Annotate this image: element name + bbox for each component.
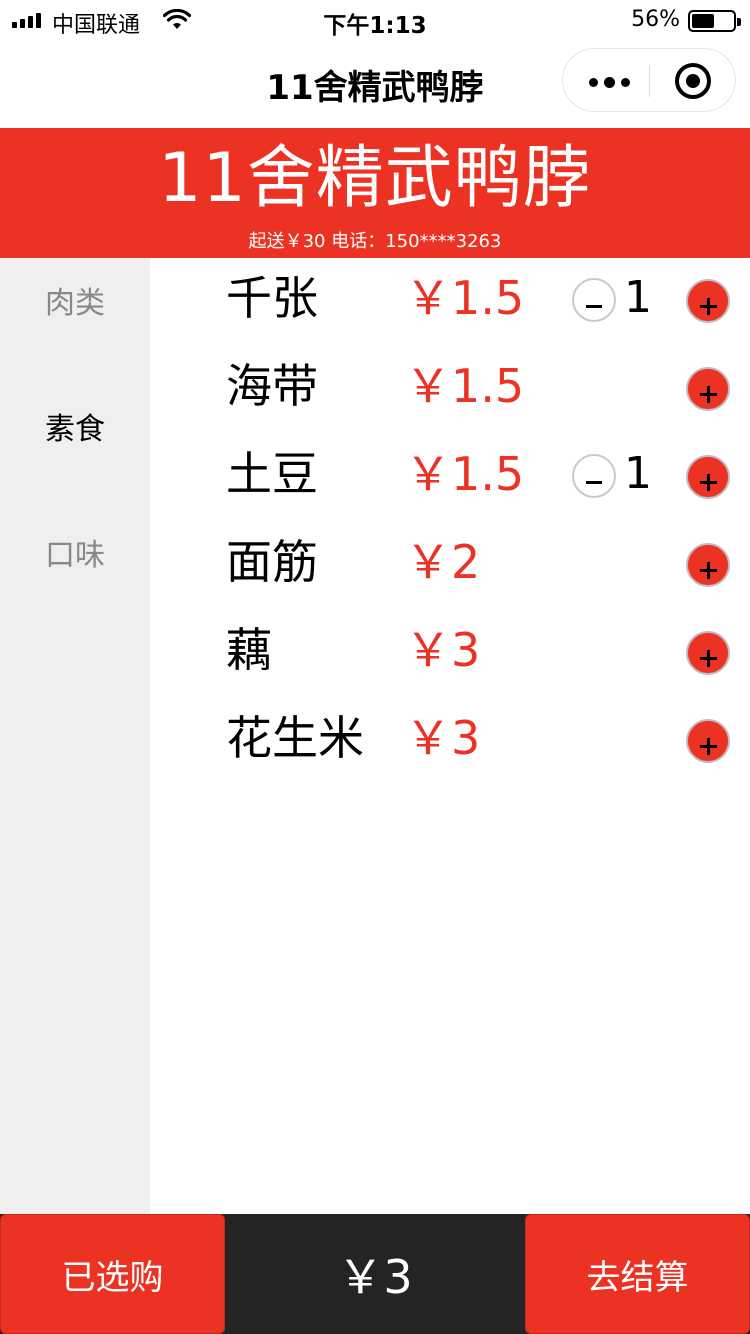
target-circle-icon[interactable] xyxy=(675,63,711,99)
item-name: 藕 xyxy=(226,623,272,677)
bottom-bar: 已选购 ￥3 去结算 xyxy=(0,1214,750,1334)
mini-program-capsule xyxy=(562,48,736,112)
list-item: 花生米 ￥3 xyxy=(150,698,750,786)
list-item: 海带 ￥1.5 xyxy=(150,346,750,434)
selected-items-button[interactable]: 已选购 xyxy=(0,1214,225,1334)
item-price: ￥1.5 xyxy=(405,447,525,501)
item-name: 土豆 xyxy=(226,447,318,501)
list-item: 藕 ￥3 xyxy=(150,610,750,698)
plus-button[interactable] xyxy=(686,631,730,675)
item-list: 千张 ￥1.5 1 海带 ￥1.5 土豆 ￥1.5 1 面筋 ￥2 藕 ￥3 花… xyxy=(150,258,750,1214)
item-quantity: 1 xyxy=(624,272,652,323)
shop-banner: 11舍精武鸭脖 起送￥30 电话：150****3263 xyxy=(0,128,750,258)
plus-button[interactable] xyxy=(686,279,730,323)
list-item: 土豆 ￥1.5 1 xyxy=(150,434,750,522)
item-price: ￥1.5 xyxy=(405,271,525,325)
category-sidebar: 肉类 素食 口味 xyxy=(0,258,150,1214)
item-name: 千张 xyxy=(226,271,318,325)
item-name: 花生米 xyxy=(226,711,364,765)
checkout-button[interactable]: 去结算 xyxy=(525,1214,750,1334)
category-item-flavor[interactable]: 口味 xyxy=(0,530,150,574)
nav-bar: 11舍精武鸭脖 xyxy=(0,40,750,128)
list-item: 面筋 ￥2 xyxy=(150,522,750,610)
item-name: 海带 xyxy=(226,359,318,413)
category-item-meat[interactable]: 肉类 xyxy=(0,278,150,322)
plus-button[interactable] xyxy=(686,719,730,763)
item-price: ￥2 xyxy=(405,535,481,589)
item-quantity: 1 xyxy=(624,448,652,499)
total-price: ￥3 xyxy=(337,1250,413,1304)
plus-button[interactable] xyxy=(686,367,730,411)
status-bar: 中国联通 下午1:13 56% xyxy=(0,0,750,40)
plus-button[interactable] xyxy=(686,455,730,499)
battery-icon xyxy=(688,10,741,32)
plus-button[interactable] xyxy=(686,543,730,587)
battery-percent: 56% xyxy=(631,7,680,32)
more-dots-icon[interactable] xyxy=(589,77,630,88)
minus-button[interactable] xyxy=(572,278,616,322)
item-price: ￥3 xyxy=(405,623,481,677)
battery-fill xyxy=(692,14,714,28)
category-item-vegetarian[interactable]: 素食 xyxy=(0,404,150,448)
item-price: ￥3 xyxy=(405,711,481,765)
list-item: 千张 ￥1.5 1 xyxy=(150,258,750,346)
shop-info: 起送￥30 电话：150****3263 xyxy=(248,231,502,252)
item-name: 面筋 xyxy=(226,535,318,589)
minus-button[interactable] xyxy=(572,454,616,498)
item-price: ￥1.5 xyxy=(405,359,525,413)
shop-name: 11舍精武鸭脖 xyxy=(158,139,592,218)
capsule-divider xyxy=(649,65,650,97)
